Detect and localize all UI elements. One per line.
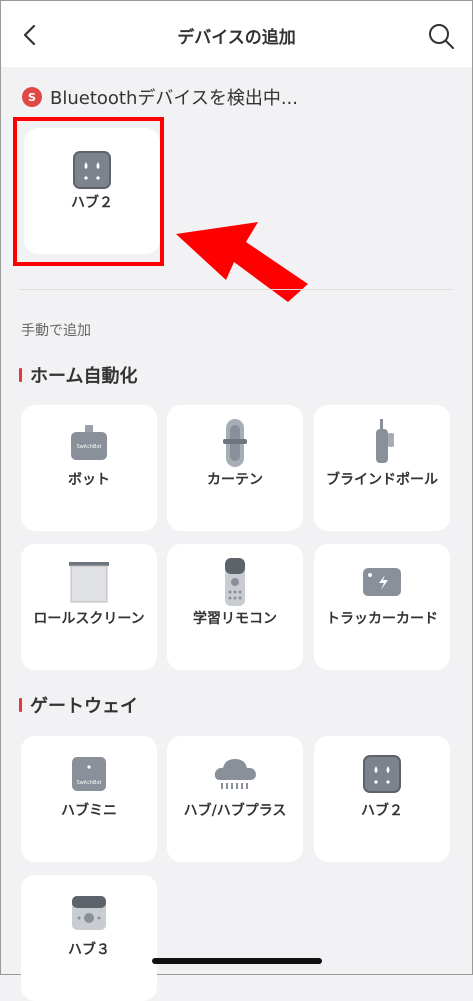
pointer-arrow-icon [176,222,308,302]
section-title: ゲートウェイ [30,696,138,717]
device-label: ハブ２ [361,803,403,819]
remote-icon [167,558,303,606]
device-label: ハブミニ [61,803,117,819]
device-card-tracker-card[interactable]: トラッカーカード [314,544,450,670]
page-title: デバイスの追加 [177,28,296,48]
hub2-icon [314,750,450,798]
hub-mini-icon: SwitchBot [21,750,157,798]
device-label: トラッカーカード [326,611,438,627]
device-label: ハブ３ [68,942,110,958]
bot-icon: SwitchBot [21,419,157,467]
device-card-hub2[interactable]: ハブ２ [314,736,450,862]
device-label: カーテン [207,472,263,488]
device-card-hub-plus[interactable]: ハブ/ハブプラス [167,736,303,862]
divider [20,289,453,290]
roller-shade-icon [21,558,157,606]
home-indicator[interactable] [152,958,322,964]
section-marker [19,698,22,712]
bluetooth-scan-status: S Bluetoothデバイスを検出中... [22,84,298,110]
manual-add-label: 手動で追加 [21,323,91,339]
device-card-curtain[interactable]: カーテン [167,405,303,531]
section-marker [19,368,22,382]
search-icon[interactable] [426,21,456,51]
device-card-hub3[interactable]: ハブ３ [21,875,157,1001]
device-label: ブラインドポール [326,472,438,488]
tracker-card-icon [314,558,450,606]
section-gateway: ゲートウェイ [19,692,138,718]
highlight-box [13,117,164,266]
scan-status-text: Bluetoothデバイスを検出中... [50,88,299,109]
section-home-automation: ホーム自動化 [19,362,137,388]
blind-tilt-icon [314,419,450,467]
device-card-roller-shade[interactable]: ロールスクリーン [21,544,157,670]
device-card-remote[interactable]: 学習リモコン [167,544,303,670]
device-card-hub-mini[interactable]: SwitchBot ハブミニ [21,736,157,862]
device-label: 学習リモコン [193,611,277,627]
hub3-icon [21,889,157,937]
switchbot-logo-icon: S [22,87,42,107]
section-title: ホーム自動化 [30,366,138,387]
nav-header: デバイスの追加 [1,1,472,67]
svg-text:SwitchBot: SwitchBot [77,444,102,450]
device-card-blind-tilt[interactable]: ブラインドポール [314,405,450,531]
svg-text:SwitchBot: SwitchBot [77,780,102,786]
device-label: ロールスクリーン [33,611,145,627]
curtain-icon [167,419,303,467]
device-label: ボット [68,472,110,488]
device-label: ハブ/ハブプラス [183,803,287,819]
device-card-bot[interactable]: SwitchBot ボット [21,405,157,531]
hub-plus-icon [167,750,303,798]
